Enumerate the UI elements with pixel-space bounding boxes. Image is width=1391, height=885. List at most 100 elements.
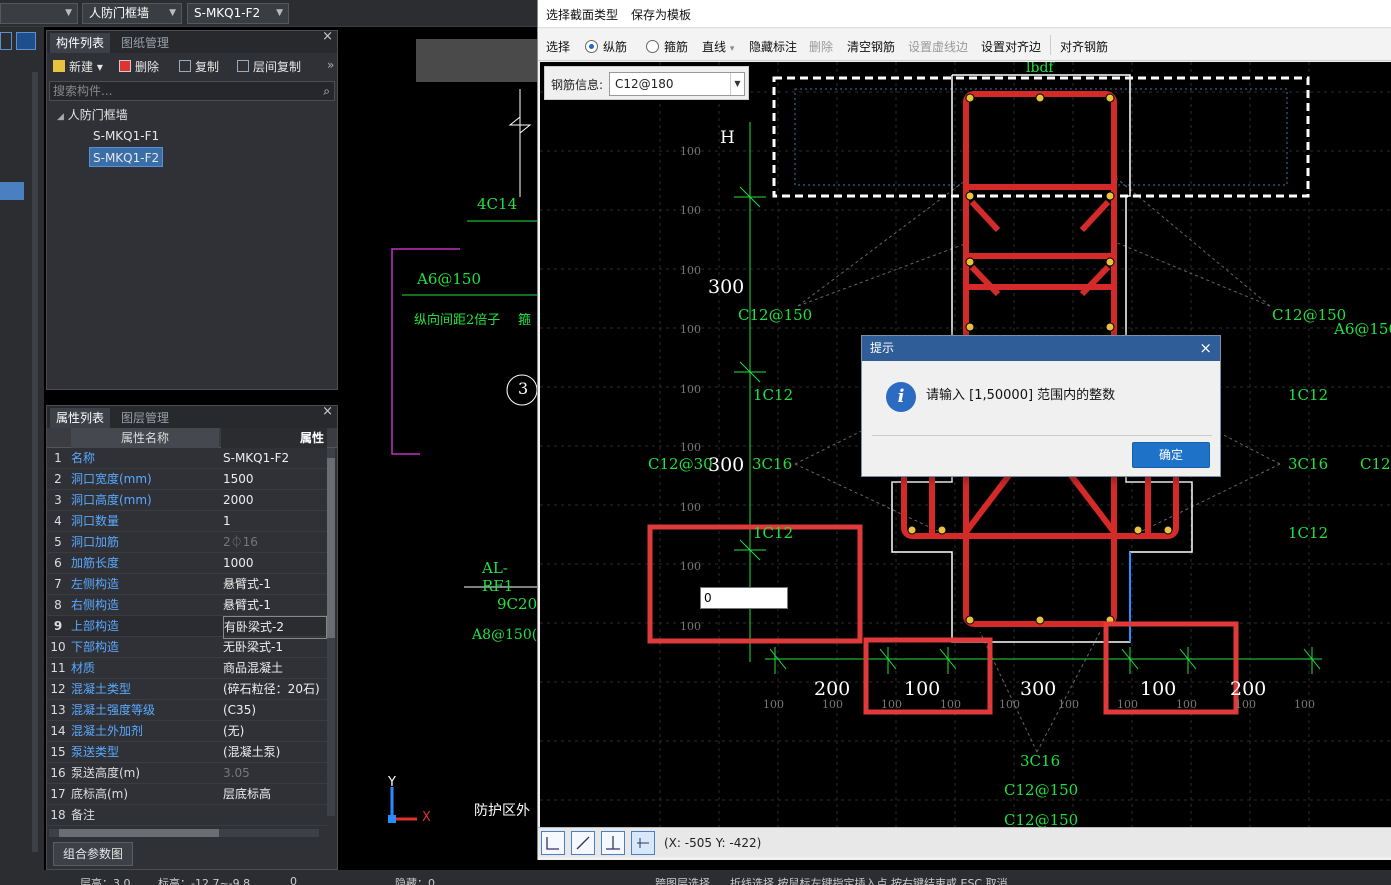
property-row[interactable]: 8 右侧构造 悬臂式-1 — [47, 595, 327, 616]
property-row[interactable]: 15 泵送类型 (混凝土泵) — [47, 742, 327, 763]
property-row[interactable]: 6 加筋长度 1000 — [47, 553, 327, 574]
tab-property-list[interactable]: 属性列表 — [50, 408, 111, 428]
clear-rebar-button[interactable]: 清空钢筋 — [847, 38, 895, 55]
rebar-point[interactable] — [937, 525, 947, 535]
floor-copy-button[interactable]: 层间复制 — [237, 58, 301, 75]
scrollbar[interactable] — [32, 72, 38, 852]
property-value[interactable]: 1 — [223, 511, 327, 532]
rebar-point[interactable] — [965, 257, 975, 267]
property-value[interactable]: 2⏀16 — [223, 532, 327, 553]
property-row[interactable]: 3 洞口高度(mm) 2000 — [47, 490, 327, 511]
property-row[interactable]: 10 下部构造 无卧梁式-1 — [47, 637, 327, 658]
chevron-down-icon: ▼ — [65, 8, 72, 18]
property-row[interactable]: 13 混凝土强度等级 (C35) — [47, 700, 327, 721]
property-value[interactable]: 悬臂式-1 — [223, 595, 327, 616]
property-value[interactable]: (碎石粒径：20石) — [223, 679, 327, 700]
copy-button[interactable]: 复制 — [179, 58, 219, 75]
rebar-point[interactable] — [965, 322, 975, 332]
rebar-point[interactable] — [1133, 525, 1143, 535]
tree-root[interactable]: ◢ 人防门框墙 — [57, 105, 128, 125]
rebar-point[interactable] — [1105, 93, 1115, 103]
search-input[interactable]: 搜索构件... ⌕ — [49, 81, 335, 101]
property-value[interactable]: 2000 — [223, 490, 327, 511]
property-row[interactable]: 18 备注 — [47, 805, 327, 826]
property-value[interactable]: 有卧梁式-2 — [223, 616, 327, 639]
nav-icon[interactable] — [0, 32, 12, 50]
close-icon[interactable]: × — [322, 404, 333, 419]
property-value[interactable]: 层底标高 — [223, 784, 327, 805]
rebar-point[interactable] — [1105, 191, 1115, 201]
rebar-point[interactable] — [1105, 257, 1115, 267]
set-dashed-edge-button[interactable]: 设置虚线边 — [908, 38, 968, 55]
property-row[interactable]: 1 名称 S-MKQ1-F2 — [47, 448, 327, 469]
rebar-point[interactable] — [965, 191, 975, 201]
snap-icon[interactable] — [631, 831, 655, 855]
menu-bar: 选择截面类型 保存为模板 — [538, 0, 1391, 28]
property-row[interactable]: 12 混凝土类型 (碎石粒径：20石) — [47, 679, 327, 700]
type-dropdown[interactable]: 人防门框墙 ▼ — [82, 3, 182, 24]
grid-label: 100 — [1058, 698, 1079, 711]
close-icon[interactable]: × — [1199, 336, 1212, 361]
main-drawing-canvas[interactable]: 4C14 A6@150 纵向间距2倍子 箍 3 AL-RF1 9C20 A8@1… — [342, 27, 538, 870]
property-row[interactable]: 14 混凝土外加剂 (无) — [47, 721, 327, 742]
property-row[interactable]: 16 泵送高度(m) 3.05 — [47, 763, 327, 784]
rebar-info-select[interactable]: C12@180 ▼ — [609, 72, 745, 96]
menu-select-section-type[interactable]: 选择截面类型 — [546, 6, 618, 23]
perpendicular-icon[interactable] — [601, 831, 625, 855]
rebar-point[interactable] — [907, 525, 917, 535]
property-value[interactable]: 1500 — [223, 469, 327, 490]
property-value[interactable]: 1000 — [223, 553, 327, 574]
combine-param-button[interactable]: 组合参数图 — [53, 842, 133, 866]
hide-mark-button[interactable]: 隐藏标注 — [749, 38, 797, 55]
rebar-point[interactable] — [965, 93, 975, 103]
property-value[interactable]: 商品混凝土 — [223, 658, 327, 679]
more-icon[interactable]: » — [327, 58, 334, 72]
layout-icon[interactable] — [16, 32, 36, 50]
property-value[interactable]: (C35) — [223, 700, 327, 721]
cross-layer-select[interactable]: 跨图层选择 — [655, 875, 710, 885]
rebar-point[interactable] — [1163, 525, 1173, 535]
longitudinal-radio[interactable]: 纵筋 — [585, 38, 627, 55]
tree-item-f1[interactable]: S-MKQ1-F1 — [91, 126, 161, 146]
tree-item-f2[interactable]: S-MKQ1-F2 — [89, 147, 164, 167]
property-row[interactable]: 7 左侧构造 悬臂式-1 — [47, 574, 327, 595]
dimension-input[interactable]: 0 — [700, 587, 788, 609]
diagonal-icon[interactable] — [571, 831, 595, 855]
property-row[interactable]: 11 材质 商品混凝土 — [47, 658, 327, 679]
property-row[interactable]: 4 洞口数量 1 — [47, 511, 327, 532]
property-row[interactable]: 5 洞口加筋 2⏀16 — [47, 532, 327, 553]
new-button[interactable]: 新建 ▾ — [53, 58, 103, 75]
tab-component-list[interactable]: 构件列表 — [50, 33, 111, 53]
property-value[interactable]: (混凝土泵) — [223, 742, 327, 763]
property-value[interactable]: 悬臂式-1 — [223, 574, 327, 595]
delete-button[interactable]: 删除 — [119, 58, 159, 75]
ortho-icon[interactable] — [541, 831, 565, 855]
component-dropdown[interactable]: S-MKQ1-F2 ▼ — [187, 3, 289, 24]
menu-save-template[interactable]: 保存为模板 — [631, 6, 691, 23]
ok-button[interactable]: 确定 — [1132, 442, 1210, 468]
rebar-point[interactable] — [1035, 615, 1045, 625]
rebar-point[interactable] — [1035, 93, 1045, 103]
scrollbar[interactable] — [327, 448, 335, 816]
line-dropdown[interactable]: 直线 ▾ — [702, 38, 734, 55]
delete-rebar-button[interactable]: 删除 — [809, 38, 833, 55]
tab-drawing-management[interactable]: 图纸管理 — [115, 33, 175, 53]
close-icon[interactable]: × — [322, 29, 333, 44]
rebar-point[interactable] — [1105, 322, 1115, 332]
h-scrollbar[interactable] — [49, 829, 319, 837]
property-row[interactable]: 9 上部构造 有卧梁式-2 — [47, 616, 327, 639]
rebar-point[interactable] — [965, 615, 975, 625]
stirrup-radio[interactable]: 箍筋 — [646, 38, 688, 55]
property-row[interactable]: 2 洞口宽度(mm) 1500 — [47, 469, 327, 490]
nav-selected[interactable] — [0, 182, 24, 200]
property-value[interactable]: 无卧梁式-1 — [223, 637, 327, 658]
align-rebar-button[interactable]: 对齐钢筋 — [1060, 38, 1108, 55]
property-value[interactable]: S-MKQ1-F2 — [223, 448, 327, 469]
tab-layer-management[interactable]: 图层管理 — [115, 408, 175, 428]
select-button[interactable]: 选择 — [546, 38, 570, 55]
property-value[interactable]: (无) — [223, 721, 327, 742]
property-value[interactable]: 3.05 — [223, 763, 327, 784]
set-align-edge-button[interactable]: 设置对齐边 — [981, 38, 1041, 55]
floor-dropdown[interactable]: ▼ — [0, 3, 78, 24]
property-row[interactable]: 17 底标高(m) 层底标高 — [47, 784, 327, 805]
